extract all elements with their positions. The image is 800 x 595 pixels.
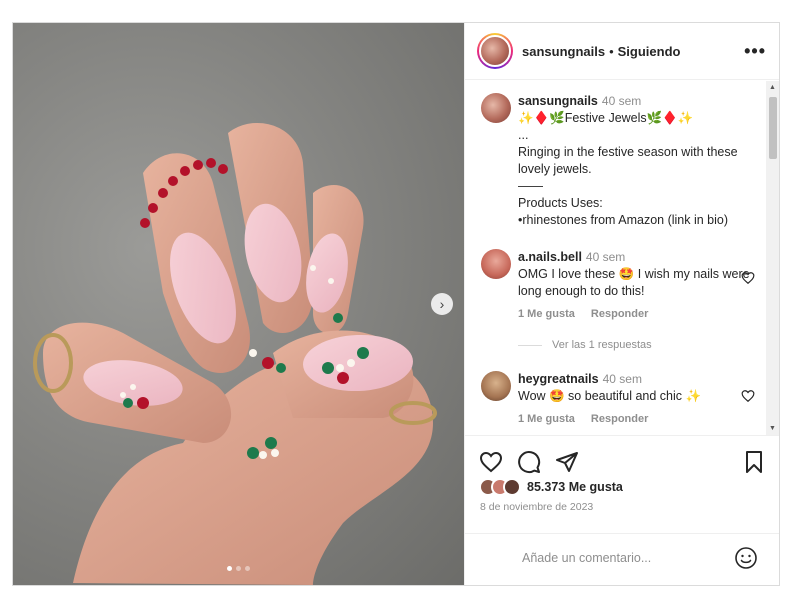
comment-username[interactable]: heygreatnails [518, 372, 599, 386]
bookmark-icon[interactable] [742, 450, 766, 474]
comment-meta: 1 Me gusta Responder [518, 413, 751, 425]
carousel-indicator [227, 566, 250, 571]
comment-icon[interactable] [517, 450, 541, 474]
heart-icon[interactable] [479, 450, 503, 474]
scroll-down-icon[interactable]: ▼ [769, 425, 776, 432]
paper-plane-icon[interactable] [555, 450, 579, 474]
author-username[interactable]: sansungnails [522, 44, 605, 59]
commenter-avatar[interactable] [481, 249, 511, 279]
caption-products-item: •rhinestones from Amazon (link in bio) [518, 213, 729, 227]
caption-body: Ringing in the festive season with these… [518, 145, 742, 176]
caption-products-heading: Products Uses: [518, 196, 603, 210]
comment-text: OMG I love these 🤩 I wish my nails were … [518, 267, 754, 298]
caption-username[interactable]: sansungnails [518, 94, 598, 108]
post-dialog: › sansungnails • Siguiendo ••• sansungna… [12, 22, 780, 586]
comment-time: 40 sem [585, 250, 626, 264]
post-sidebar: sansungnails • Siguiendo ••• sansungnail… [464, 23, 779, 585]
carousel-dot [245, 566, 250, 571]
comment-likes[interactable]: 1 Me gusta [518, 413, 575, 425]
post-actions [465, 435, 779, 475]
heart-icon[interactable] [741, 389, 755, 403]
follow-status-button[interactable]: Siguiendo [618, 44, 681, 59]
caption-ellipsis: ... [518, 128, 529, 142]
post-header: sansungnails • Siguiendo ••• [465, 23, 779, 80]
comments-scrollbar[interactable]: ▲ ▼ [766, 81, 779, 435]
comment-text: Wow 🤩 so beautiful and chic ✨ [518, 389, 702, 403]
liker-avatar [503, 478, 521, 496]
carousel-dot [236, 566, 241, 571]
caption-time: 40 sem [601, 94, 642, 108]
post-caption: sansungnails 40 sem ✨♦️🌿Festive Jewels🌿♦️… [481, 93, 751, 229]
comment-item: a.nails.bell 40 sem OMG I love these 🤩 I … [481, 249, 755, 320]
caption-avatar[interactable] [481, 93, 511, 123]
comment-composer: Añade un comentario... [465, 533, 779, 585]
comment-time: 40 sem [602, 372, 642, 386]
reply-button[interactable]: Responder [591, 413, 648, 425]
view-replies-label: Ver las 1 respuestas [552, 339, 652, 351]
likes-count[interactable]: 85.373 Me gusta [527, 480, 623, 494]
chevron-right-icon: › [439, 296, 445, 312]
comment-username[interactable]: a.nails.bell [518, 250, 582, 264]
comment-meta: 1 Me gusta Responder [518, 308, 751, 320]
likes-summary[interactable]: 85.373 Me gusta [479, 478, 623, 496]
nail-art-photo [33, 123, 437, 585]
replies-line [518, 344, 542, 346]
comment-likes[interactable]: 1 Me gusta [518, 308, 575, 320]
smiley-icon[interactable] [734, 546, 758, 570]
author-avatar[interactable] [477, 33, 513, 69]
comments-section[interactable]: sansungnails 40 sem ✨♦️🌿Festive Jewels🌿♦️… [465, 81, 779, 435]
comment-item: heygreatnails 40 sem Wow 🤩 so beautiful a… [481, 371, 755, 425]
post-date: 8 de noviembre de 2023 [480, 501, 594, 513]
heart-icon[interactable] [741, 271, 755, 285]
more-options-icon[interactable]: ••• [744, 41, 766, 62]
carousel-dot [227, 566, 232, 571]
commenter-avatar[interactable] [481, 371, 511, 401]
next-image-button[interactable]: › [431, 293, 453, 315]
reply-button[interactable]: Responder [591, 308, 648, 320]
add-comment-input[interactable]: Añade un comentario... [522, 551, 651, 565]
caption-title: ✨♦️🌿Festive Jewels🌿♦️✨ [518, 111, 694, 125]
caption-divider: —— [518, 179, 543, 193]
header-separator: • [609, 43, 614, 59]
scrollbar-thumb[interactable] [769, 97, 777, 159]
scroll-up-icon[interactable]: ▲ [769, 84, 776, 91]
post-image[interactable]: › [13, 23, 464, 585]
view-replies-button[interactable]: Ver las 1 respuestas [518, 339, 652, 351]
